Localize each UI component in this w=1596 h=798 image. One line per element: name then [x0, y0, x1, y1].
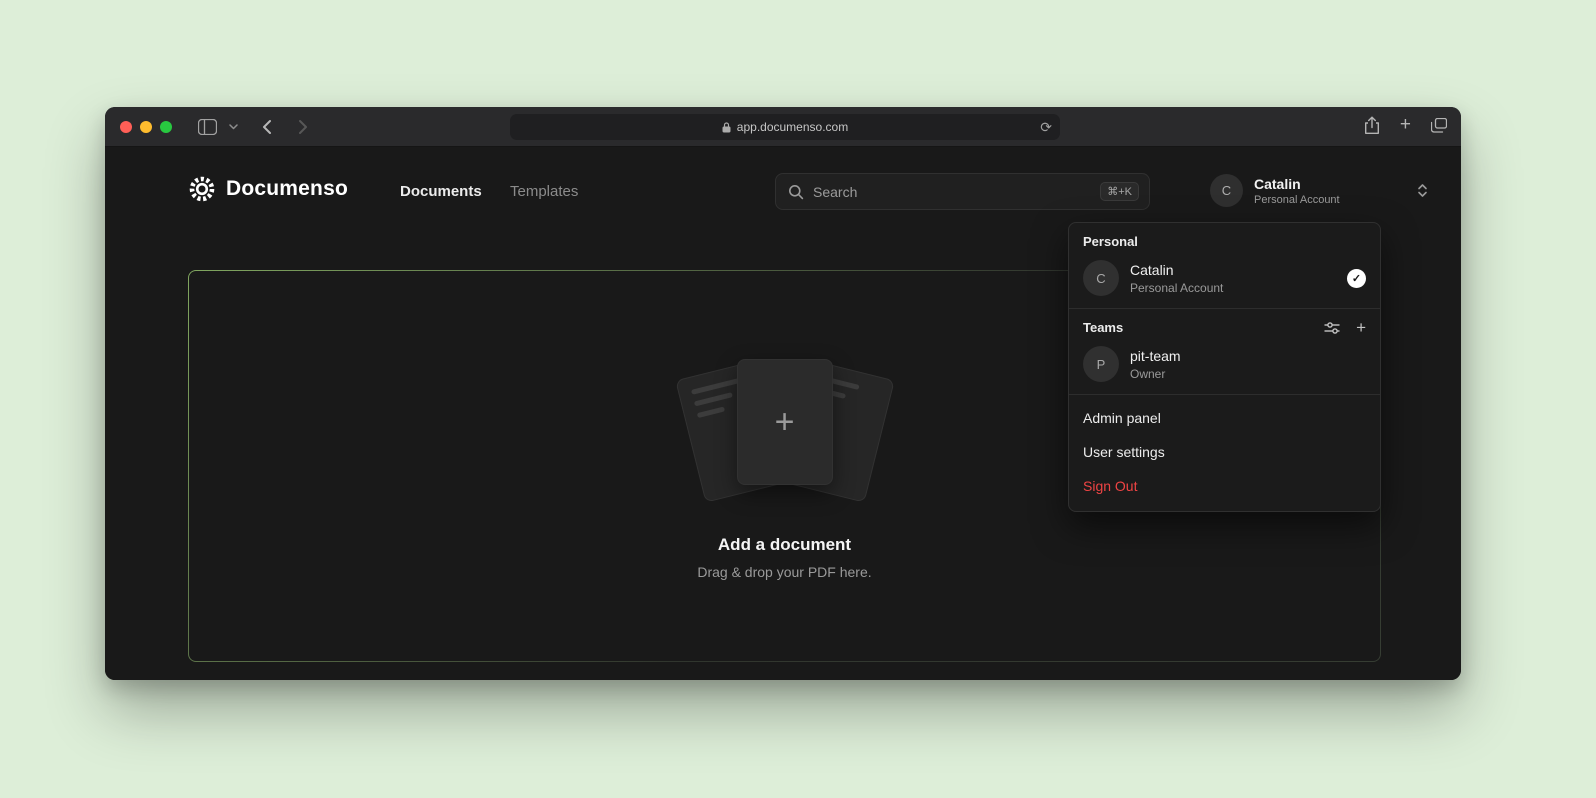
- document-card-center: +: [737, 359, 833, 485]
- personal-account-item[interactable]: C Catalin Personal Account ✓: [1083, 260, 1366, 296]
- documenso-logo-icon: [188, 175, 216, 203]
- dropzone-title: Add a document: [718, 535, 851, 555]
- close-window-button[interactable]: [120, 121, 132, 133]
- account-menu-trigger[interactable]: C Catalin Personal Account: [1210, 174, 1428, 207]
- personal-subtitle: Personal Account: [1130, 281, 1223, 295]
- manage-teams-icon[interactable]: [1324, 321, 1340, 335]
- sidebar-toggle-icon[interactable]: [197, 119, 217, 135]
- lock-icon: [722, 122, 731, 133]
- address-bar[interactable]: app.documenso.com ⟳: [510, 114, 1060, 140]
- url-text: app.documenso.com: [737, 120, 848, 134]
- zoom-window-button[interactable]: [160, 121, 172, 133]
- plus-icon: +: [775, 403, 795, 442]
- team-item[interactable]: P pit-team Owner: [1083, 346, 1366, 382]
- personal-section-label: Personal: [1083, 234, 1366, 249]
- personal-name: Catalin: [1130, 262, 1223, 278]
- share-button[interactable]: [1364, 116, 1380, 135]
- team-role: Owner: [1130, 367, 1181, 381]
- nav-documents[interactable]: Documents: [400, 183, 482, 200]
- account-avatar: C: [1210, 174, 1243, 207]
- back-button[interactable]: [261, 119, 273, 135]
- menu-item-user-settings[interactable]: User settings: [1069, 435, 1380, 469]
- browser-titlebar: app.documenso.com ⟳ +: [105, 107, 1461, 147]
- menu-item-sign-out[interactable]: Sign Out: [1069, 469, 1380, 503]
- team-avatar: P: [1083, 346, 1119, 382]
- chevron-up-down-icon: [1417, 183, 1428, 198]
- nav-templates[interactable]: Templates: [510, 183, 578, 200]
- search-icon: [788, 184, 804, 200]
- dropzone-subtitle: Drag & drop your PDF here.: [697, 564, 871, 580]
- personal-avatar: C: [1083, 260, 1119, 296]
- documenso-page: Documenso Documents Templates Search ⌘+K…: [105, 147, 1461, 680]
- team-name: pit-team: [1130, 348, 1181, 364]
- search-input[interactable]: Search ⌘+K: [775, 173, 1150, 210]
- tab-overview-button[interactable]: [1431, 118, 1447, 133]
- teams-section-label: Teams: [1083, 320, 1123, 335]
- minimize-window-button[interactable]: [140, 121, 152, 133]
- account-dropdown-menu: Personal C Catalin Personal Account ✓ Te…: [1068, 222, 1381, 512]
- search-shortcut-badge: ⌘+K: [1100, 182, 1139, 201]
- refresh-button[interactable]: ⟳: [1040, 118, 1052, 136]
- documenso-brand[interactable]: Documenso: [188, 175, 348, 203]
- sidebar-chevron-down-icon[interactable]: [229, 124, 238, 130]
- browser-window: app.documenso.com ⟳ + Documenso Document…: [105, 107, 1461, 680]
- search-placeholder: Search: [813, 184, 1091, 200]
- forward-button[interactable]: [297, 119, 309, 135]
- check-icon: ✓: [1347, 269, 1366, 288]
- account-subtitle: Personal Account: [1254, 194, 1340, 206]
- brand-name: Documenso: [226, 177, 348, 201]
- add-team-button[interactable]: +: [1356, 321, 1366, 335]
- menu-item-admin-panel[interactable]: Admin panel: [1069, 401, 1380, 435]
- account-name: Catalin: [1254, 176, 1340, 192]
- new-tab-button[interactable]: +: [1400, 115, 1411, 135]
- document-stack-illustration: +: [675, 357, 895, 499]
